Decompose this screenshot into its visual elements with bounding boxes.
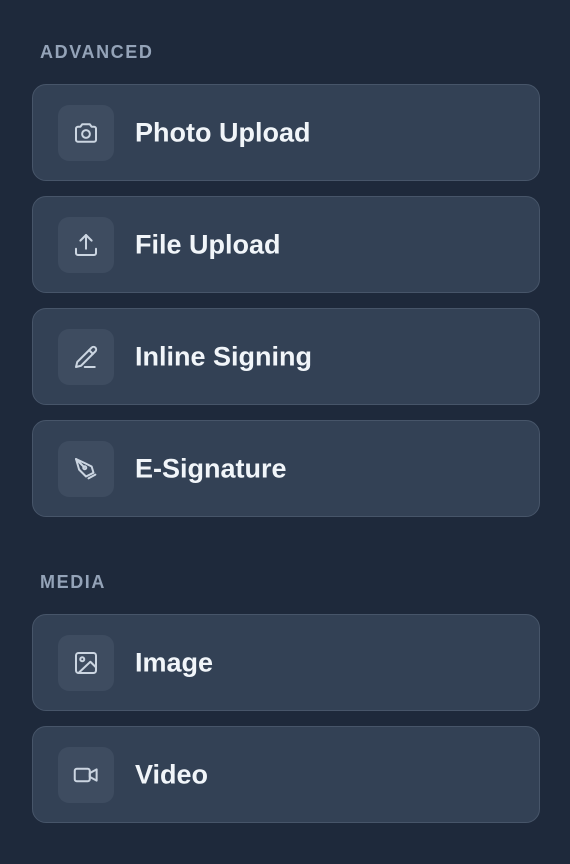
palette-item-label: E-Signature — [135, 453, 287, 483]
field-palette-panel: ADVANCED Photo Upload File Upload Inline… — [0, 0, 570, 864]
palette-item-file-upload[interactable]: File Upload — [32, 196, 540, 293]
section-title-media: MEDIA — [40, 572, 106, 592]
palette-item-label: Photo Upload — [135, 117, 311, 147]
palette-item-label: Inline Signing — [135, 341, 312, 371]
video-camera-icon — [58, 746, 114, 803]
palette-item-label: File Upload — [135, 229, 281, 259]
image-icon — [58, 634, 114, 691]
palette-item-video[interactable]: Video — [32, 726, 540, 823]
section-title-advanced: ADVANCED — [40, 42, 154, 62]
palette-item-label: Video — [135, 759, 209, 789]
pencil-icon — [58, 328, 114, 385]
palette-item-image[interactable]: Image — [32, 614, 540, 711]
pen-nib-icon — [58, 440, 114, 497]
palette-item-photo-upload[interactable]: Photo Upload — [32, 84, 540, 181]
camera-icon — [58, 104, 114, 161]
palette-item-label: Image — [135, 647, 214, 677]
palette-item-e-signature[interactable]: E-Signature — [32, 420, 540, 517]
palette-item-inline-signing[interactable]: Inline Signing — [32, 308, 540, 405]
upload-icon — [58, 216, 114, 273]
